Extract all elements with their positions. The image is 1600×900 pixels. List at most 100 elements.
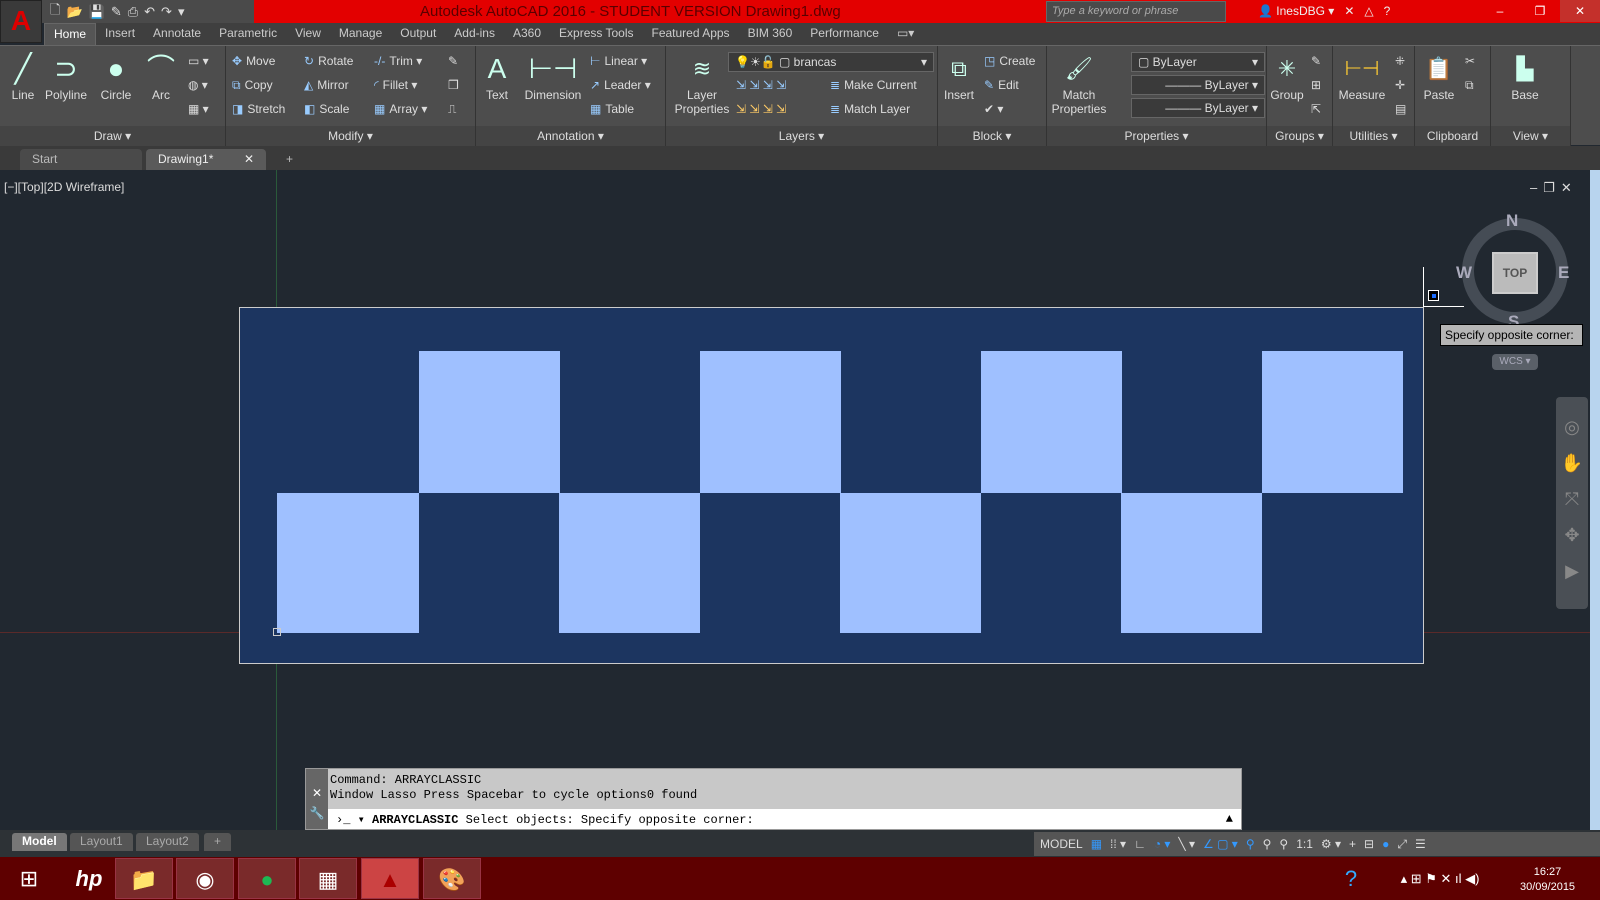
tab-output[interactable]: Output — [391, 23, 445, 45]
text-button[interactable]: A Text — [482, 50, 512, 102]
insert-button[interactable]: ⧉ Insert — [940, 50, 978, 102]
compass-east[interactable]: E — [1558, 263, 1569, 283]
linetype-dropdown[interactable]: ——— ByLayer ▾ — [1131, 75, 1265, 95]
spotify-icon[interactable]: ● — [238, 858, 296, 899]
boundary-icon[interactable]: ▦ ▾ — [188, 102, 209, 116]
autoscale-icon[interactable]: ⚲ — [1263, 837, 1272, 851]
compass-north[interactable]: N — [1506, 211, 1518, 231]
block-panel-label[interactable]: Block ▾ — [938, 126, 1046, 146]
line-button[interactable]: ╱ Line — [6, 50, 40, 102]
clean-screen-icon[interactable]: ⤢ — [1397, 837, 1407, 852]
viewport-window-controls[interactable]: –❐✕ — [1530, 180, 1578, 196]
ungroup-icon[interactable]: ✎ — [1311, 54, 1321, 68]
measure-button[interactable]: ⊢⊣ Measure — [1337, 50, 1387, 102]
polyline-button[interactable]: ⊃ Polyline — [42, 50, 90, 102]
plus-icon[interactable]: + — [1349, 837, 1356, 851]
file-tab-start[interactable]: Start — [20, 149, 142, 170]
create-block-button[interactable]: ◳ Create — [984, 54, 1035, 68]
isodraft-icon[interactable]: ╲ ▾ — [1178, 837, 1195, 851]
add-layout-button[interactable]: + — [204, 833, 232, 851]
showmotion-icon[interactable]: ▶ — [1556, 553, 1588, 589]
new-tab-button[interactable]: + — [274, 149, 305, 170]
array-button[interactable]: ▦ Array ▾ — [374, 102, 427, 116]
taskbar-clock[interactable]: 16:27 30/09/2015 — [1520, 865, 1575, 895]
quick-select-icon[interactable]: ⁜ — [1395, 54, 1405, 68]
erase-icon[interactable]: ✎ — [448, 54, 458, 68]
table-button[interactable]: ▦ Table — [590, 102, 634, 116]
minimize-button[interactable]: – — [1480, 0, 1520, 22]
group-selection-icon[interactable]: ⇱ — [1311, 102, 1321, 116]
history-arrow-icon[interactable]: ▲ — [1226, 812, 1233, 826]
hp-icon[interactable]: hp — [60, 858, 118, 899]
tab-a360[interactable]: A360 — [504, 23, 550, 45]
isolate-icon[interactable]: ● — [1382, 837, 1389, 851]
a360-icon[interactable]: △ — [1364, 4, 1373, 18]
arc-button[interactable]: ⌒ Arc — [146, 50, 176, 102]
layout-tab-model[interactable]: Model — [12, 833, 67, 851]
square[interactable] — [1121, 493, 1262, 633]
chrome-icon[interactable]: ◉ — [176, 858, 234, 899]
ortho-icon[interactable]: ∟ — [1134, 837, 1146, 851]
point-icon[interactable]: ✛ — [1395, 78, 1405, 92]
grid-icon[interactable]: ▦ — [1091, 837, 1102, 851]
stretch-button[interactable]: ◨ Stretch — [232, 102, 285, 116]
make-current-button[interactable]: ≣ Make Current — [830, 78, 917, 92]
customize-icon[interactable]: ▾ — [178, 4, 185, 20]
file-explorer-icon[interactable]: 📁 — [115, 858, 173, 899]
edit-block-button[interactable]: ✎ Edit — [984, 78, 1019, 92]
group-edit-icon[interactable]: ⊞ — [1311, 78, 1321, 92]
square[interactable] — [559, 493, 700, 633]
close-icon[interactable]: ✕ — [306, 783, 328, 803]
explode-icon[interactable]: ❒ — [448, 78, 459, 92]
match-properties-button[interactable]: 🖌 Match Properties — [1051, 50, 1107, 116]
search-input[interactable]: Type a keyword or phrase — [1046, 1, 1226, 22]
square[interactable] — [700, 351, 841, 493]
calculator-icon[interactable]: ▤ — [1395, 102, 1406, 116]
tab-view[interactable]: View — [286, 23, 330, 45]
layer-properties-button[interactable]: ≋ Layer Properties — [670, 50, 734, 116]
exchange-icon[interactable]: ✕ — [1344, 4, 1354, 18]
wcs-menu[interactable]: WCS ▾ — [1492, 354, 1538, 370]
tab-parametric[interactable]: Parametric — [210, 23, 286, 45]
paste-button[interactable]: 📋 Paste — [1419, 50, 1459, 102]
zoom-extents-icon[interactable]: ⤧ — [1556, 481, 1588, 517]
layout-tab-layout2[interactable]: Layout2 — [136, 833, 199, 851]
osnap-icon[interactable]: ∠ ▢ ▾ — [1203, 837, 1238, 851]
new-icon[interactable]: 🗋 — [50, 1, 60, 23]
model-space-button[interactable]: MODEL — [1040, 837, 1083, 851]
autocad-taskbar-icon[interactable]: ▲ — [361, 858, 419, 899]
copy-button[interactable]: ⧉ Copy — [232, 78, 273, 93]
open-icon[interactable]: 📂 — [66, 4, 82, 20]
match-layer-button[interactable]: ≣ Match Layer — [830, 102, 910, 116]
annotation-visibility-icon[interactable]: ⚲ — [1246, 837, 1255, 851]
workspace-gear-icon[interactable]: ⚙ ▾ — [1321, 837, 1341, 851]
fillet-button[interactable]: ◜ Fillet ▾ — [374, 78, 417, 92]
linear-button[interactable]: ⊢ Linear ▾ — [590, 54, 647, 68]
layers-panel-label[interactable]: Layers ▾ — [666, 126, 937, 146]
command-input[interactable]: ›_ ▾ ARRAYCLASSIC Select objects: Specif… — [328, 809, 1241, 829]
viewcube-top-face[interactable]: TOP — [1492, 252, 1538, 294]
move-button[interactable]: ✥ Move — [232, 54, 275, 68]
restore-button[interactable]: ❐ — [1520, 0, 1560, 22]
annotation-scale-value[interactable]: 1:1 — [1296, 837, 1313, 851]
tab-bim360[interactable]: BIM 360 — [739, 23, 802, 45]
rectangle-icon[interactable]: ▭ ▾ — [188, 54, 209, 68]
circle-button[interactable]: ● Circle — [96, 50, 136, 102]
user-account[interactable]: 👤 InesDBG ▾ ✕ △ ? — [1258, 4, 1390, 18]
square[interactable] — [1262, 351, 1403, 493]
clipboard-panel-label[interactable]: Clipboard — [1415, 126, 1490, 146]
view-panel-label[interactable]: View ▾ — [1491, 126, 1570, 146]
undo-icon[interactable]: ↶ — [144, 4, 155, 20]
annotation-panel-label[interactable]: Annotation ▾ — [476, 126, 665, 146]
snap-icon[interactable]: ⁞⁞ ▾ — [1110, 837, 1126, 851]
command-line-handle[interactable]: ✕ 🔧 — [306, 769, 328, 829]
customization-menu-icon[interactable]: ☰ — [1415, 837, 1426, 851]
compass-west[interactable]: W — [1456, 263, 1472, 283]
orbit-icon[interactable]: ✥ — [1556, 517, 1588, 553]
polar-icon[interactable]: ◔ ▾ — [1154, 837, 1171, 851]
tab-annotate[interactable]: Annotate — [144, 23, 210, 45]
viewport-controls-label[interactable]: [−][Top][2D Wireframe] — [4, 180, 124, 194]
pan-icon[interactable]: ✋ — [1556, 445, 1588, 481]
cut-icon[interactable]: ✂ — [1465, 54, 1475, 68]
layout-tab-layout1[interactable]: Layout1 — [70, 833, 133, 851]
